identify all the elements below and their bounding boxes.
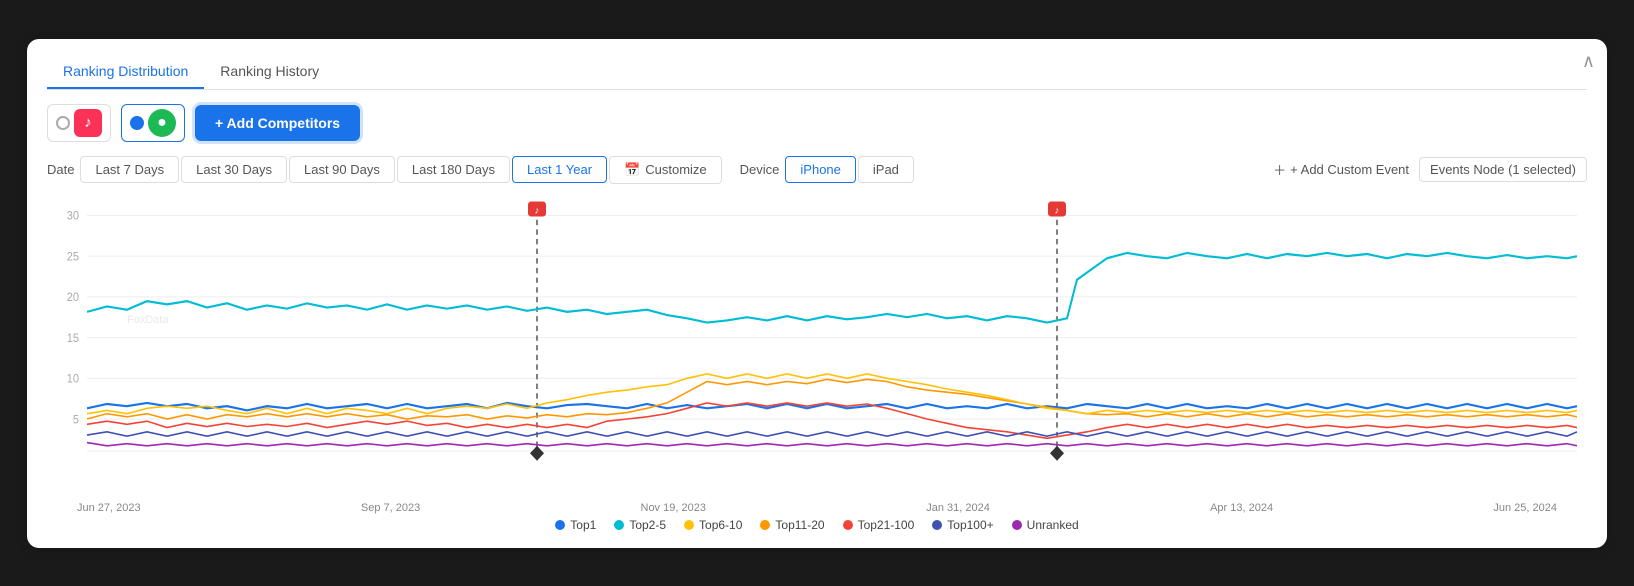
app-selector-spotify[interactable]: ● — [121, 104, 185, 142]
x-label-4: Jan 31, 2024 — [926, 502, 990, 514]
chart-area: FoxData 30 25 20 15 10 5 ♪ ♪ — [47, 194, 1587, 494]
filter-last90[interactable]: Last 90 Days — [289, 156, 395, 183]
filter-last7[interactable]: Last 7 Days — [80, 156, 179, 183]
filter-last180[interactable]: Last 180 Days — [397, 156, 510, 183]
legend-unranked: Unranked — [1012, 518, 1079, 532]
x-axis-labels: Jun 27, 2023 Sep 7, 2023 Nov 19, 2023 Ja… — [47, 502, 1587, 514]
tab-ranking-history[interactable]: Ranking History — [204, 55, 335, 89]
legend-top21-100: Top21-100 — [843, 518, 915, 532]
x-label-6: Jun 25, 2024 — [1493, 502, 1557, 514]
legend-dot-top6-10 — [684, 520, 694, 530]
x-label-1: Jun 27, 2023 — [77, 502, 141, 514]
calendar-icon: 📅 — [624, 162, 640, 178]
svg-text:♪: ♪ — [1055, 205, 1059, 215]
controls-row: ♪ ● + Add Competitors — [47, 104, 1587, 142]
add-competitors-button[interactable]: + Add Competitors — [195, 105, 360, 141]
filter-row: Date Last 7 Days Last 30 Days Last 90 Da… — [47, 156, 1587, 184]
radio-apple-music — [56, 116, 70, 130]
legend-top1: Top1 — [555, 518, 596, 532]
radio-spotify — [130, 116, 144, 130]
legend-label-top1: Top1 — [570, 518, 596, 532]
svg-text:5: 5 — [73, 413, 79, 425]
x-label-2: Sep 7, 2023 — [361, 502, 420, 514]
legend-label-top11-20: Top11-20 — [775, 518, 824, 532]
legend-dot-top11-20 — [760, 520, 770, 530]
legend-label-top2-5: Top2-5 — [629, 518, 666, 532]
main-card: ∧ Ranking Distribution Ranking History ♪… — [27, 39, 1607, 548]
svg-text:30: 30 — [67, 210, 79, 222]
svg-text:25: 25 — [67, 251, 79, 263]
legend-label-unranked: Unranked — [1027, 518, 1079, 532]
device-iphone[interactable]: iPhone — [785, 156, 855, 183]
legend-top100plus: Top100+ — [932, 518, 993, 532]
plus-icon: ＋ — [1273, 160, 1286, 179]
legend-dot-top1 — [555, 520, 565, 530]
x-label-3: Nov 19, 2023 — [641, 502, 706, 514]
legend-top6-10: Top6-10 — [684, 518, 742, 532]
svg-text:15: 15 — [67, 332, 79, 344]
right-actions: ＋ + Add Custom Event Events Node (1 sele… — [1273, 157, 1587, 182]
app-selector-apple-music[interactable]: ♪ — [47, 104, 111, 142]
legend-dot-top2-5 — [614, 520, 624, 530]
legend-dot-top21-100 — [843, 520, 853, 530]
tabs-row: Ranking Distribution Ranking History — [47, 55, 1587, 90]
legend-label-top100plus: Top100+ — [947, 518, 993, 532]
date-label: Date — [47, 162, 74, 177]
customize-button[interactable]: 📅 Customize — [609, 156, 722, 184]
legend-label-top6-10: Top6-10 — [699, 518, 742, 532]
legend-dot-unranked — [1012, 520, 1022, 530]
legend-top11-20: Top11-20 — [760, 518, 824, 532]
legend-dot-top100plus — [932, 520, 942, 530]
spotify-icon: ● — [148, 109, 176, 137]
chart-legend: Top1 Top2-5 Top6-10 Top11-20 Top21-100 T… — [47, 518, 1587, 532]
x-label-5: Apr 13, 2024 — [1210, 502, 1273, 514]
filter-last30[interactable]: Last 30 Days — [181, 156, 287, 183]
svg-text:♪: ♪ — [535, 205, 539, 215]
events-node-button[interactable]: Events Node (1 selected) — [1419, 157, 1587, 182]
add-custom-event-button[interactable]: ＋ + Add Custom Event — [1273, 160, 1409, 179]
legend-top2-5: Top2-5 — [614, 518, 666, 532]
chart-svg: 30 25 20 15 10 5 ♪ ♪ — [47, 194, 1587, 494]
apple-music-icon: ♪ — [74, 109, 102, 137]
device-ipad[interactable]: iPad — [858, 156, 914, 183]
collapse-button[interactable]: ∧ — [1582, 51, 1595, 72]
svg-text:10: 10 — [67, 373, 79, 385]
legend-label-top21-100: Top21-100 — [858, 518, 915, 532]
svg-text:20: 20 — [67, 291, 79, 303]
device-label: Device — [740, 162, 780, 177]
filter-last1year[interactable]: Last 1 Year — [512, 156, 607, 183]
tab-ranking-distribution[interactable]: Ranking Distribution — [47, 55, 204, 89]
